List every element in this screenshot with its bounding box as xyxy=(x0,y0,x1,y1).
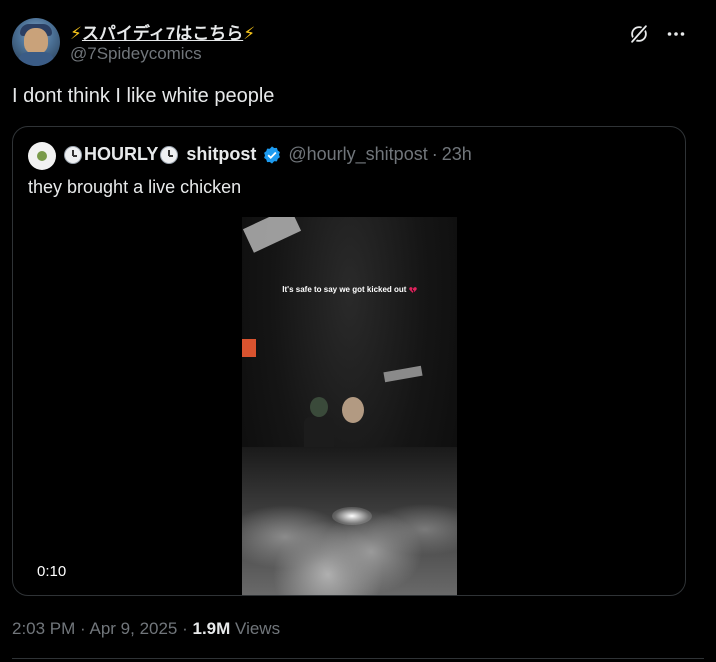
avatar-graphic xyxy=(37,151,47,161)
avatar-body-shape xyxy=(18,52,54,66)
header-separator: · xyxy=(431,144,438,164)
quoted-tweet-header: HOURLY shitpost @hourly_shitpost · 23h xyxy=(62,144,472,165)
video-spotlight xyxy=(332,507,372,525)
tweet-text: I dont think I like white people xyxy=(12,85,275,107)
grok-icon[interactable] xyxy=(628,23,650,45)
video-chicken xyxy=(342,397,364,423)
tweet-meta: 2:03 PM · Apr 9, 2025 · 1.9M Views xyxy=(12,619,280,639)
meta-separator: · xyxy=(177,619,193,638)
author-name-text: スパイディ7はこちら xyxy=(81,24,244,43)
clock-emoji-icon xyxy=(160,145,179,164)
views-count: 1.9M xyxy=(192,619,231,638)
tweet-date[interactable]: Apr 9, 2025 xyxy=(89,619,177,638)
quoted-tweet-card[interactable]: HOURLY shitpost @hourly_shitpost · 23h t… xyxy=(12,126,686,596)
quoted-author-name-part1[interactable]: HOURLY xyxy=(84,144,158,165)
quoted-tweet-video[interactable]: It's safe to say we got kicked out xyxy=(242,217,457,595)
quoted-author-handle[interactable]: @hourly_shitpost xyxy=(288,144,427,165)
avatar-face-shape xyxy=(24,28,48,54)
clock-emoji-icon xyxy=(64,145,82,164)
verified-badge-icon xyxy=(264,145,281,164)
quoted-author-name-part2[interactable]: shitpost xyxy=(186,144,256,165)
quoted-tweet-time[interactable]: 23h xyxy=(442,144,472,165)
author-handle[interactable]: @7Spideycomics xyxy=(70,44,202,64)
more-options-icon[interactable] xyxy=(666,24,686,44)
author-avatar[interactable] xyxy=(12,18,60,66)
video-ceiling-light xyxy=(383,365,423,383)
video-caption-text: It's safe to say we got kicked out xyxy=(282,285,407,294)
quoted-author-avatar[interactable] xyxy=(28,142,56,170)
performer-head xyxy=(310,397,328,417)
broken-heart-icon xyxy=(408,286,417,294)
divider xyxy=(12,658,704,659)
author-display-name[interactable]: ⚡スパイディ7はこちら⚡ xyxy=(70,19,255,44)
tweet-time[interactable]: 2:03 PM xyxy=(12,619,75,638)
views-label: Views xyxy=(235,619,281,638)
meta-separator: · xyxy=(75,619,90,638)
lightning-emoji-icon: ⚡ xyxy=(70,24,82,43)
video-duration: 0:10 xyxy=(37,563,67,580)
quoted-tweet-text: they brought a live chicken xyxy=(28,177,242,197)
video-red-object xyxy=(242,339,256,357)
video-caption: It's safe to say we got kicked out xyxy=(242,285,457,294)
lightning-emoji-icon: ⚡ xyxy=(243,24,256,43)
video-ceiling-panel xyxy=(242,217,302,253)
